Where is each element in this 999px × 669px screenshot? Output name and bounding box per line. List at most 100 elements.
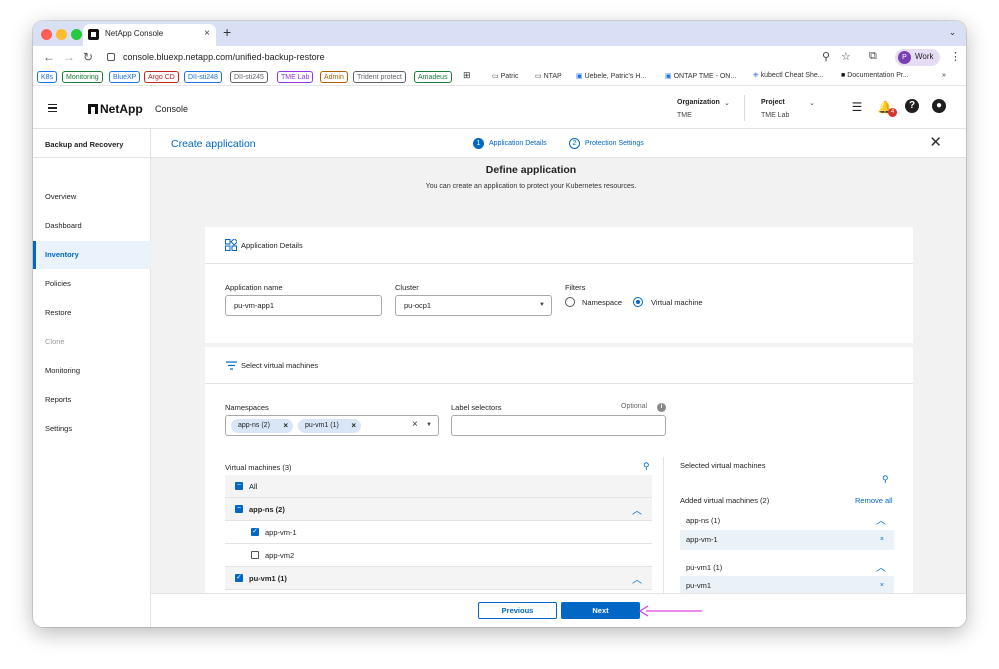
group-checkbox[interactable]: −	[235, 505, 243, 513]
cluster-select[interactable]: pu-ocp1 ▼	[395, 295, 552, 316]
zoom-icon[interactable]: ⚲	[822, 50, 830, 63]
new-tab-button[interactable]: +	[223, 24, 231, 40]
namespaces-multiselect[interactable]: app-ns (2) × pu-vm1 (1) × × ▼	[225, 415, 439, 436]
sidebar-item-monitoring[interactable]: Monitoring	[33, 357, 151, 385]
remove-chip-icon[interactable]: ×	[283, 419, 288, 433]
group-checkbox[interactable]: ✓	[235, 574, 243, 582]
project-chevron-down-icon[interactable]: ⌄	[809, 99, 815, 107]
selected-search-icon[interactable]: ⚲	[882, 474, 889, 485]
sidebar-item-reports[interactable]: Reports	[33, 386, 151, 414]
organization-value[interactable]: TME	[677, 112, 692, 119]
back-arrow-icon[interactable]: ←	[43, 49, 55, 65]
close-window-button[interactable]	[41, 29, 52, 40]
bookmark-documentation[interactable]: ■ Documentation Pr...	[841, 72, 909, 79]
bookmark-folder-patric[interactable]: ▭ Patric	[492, 72, 518, 80]
virtual-machine-radio-label[interactable]: Virtual machine	[651, 298, 703, 307]
bookmarks-overflow-icon[interactable]: »	[942, 72, 946, 79]
application-details-card: Application Details Application name pu-…	[205, 227, 913, 343]
vm-row[interactable]: app-vm2	[225, 544, 652, 567]
bookmark-monitoring[interactable]: Monitoring	[62, 71, 103, 83]
sidebar-item-policies[interactable]: Policies	[33, 270, 151, 298]
bookmark-argo-cd[interactable]: Argo CD	[144, 71, 179, 83]
remove-chip-icon[interactable]: ×	[351, 419, 356, 433]
bookmark-kubectl-cheat[interactable]: ⎈ kubectl Cheat She...	[753, 72, 824, 80]
sidebar-item-settings[interactable]: Settings	[33, 415, 151, 443]
vm-group-row[interactable]: ✓ pu-vm1 (1) ︿	[225, 567, 652, 590]
sidebar-item-inventory[interactable]: Inventory	[33, 241, 151, 269]
tab-search-chevron-icon[interactable]: ⌄	[945, 25, 960, 40]
previous-button[interactable]: Previous	[478, 602, 557, 619]
vm-checkbox[interactable]	[251, 551, 259, 559]
remove-vm-icon[interactable]: ×	[880, 576, 884, 593]
virtual-machine-radio[interactable]	[633, 297, 643, 307]
namespace-chip[interactable]: pu-vm1 (1) ×	[298, 419, 361, 433]
reload-icon[interactable]: ↻	[83, 49, 93, 65]
cluster-select-value: pu-ocp1	[404, 301, 432, 310]
forward-arrow-icon[interactable]: →	[63, 49, 75, 65]
tab-close-icon[interactable]: ×	[204, 28, 210, 39]
bookmark-dii-sti245[interactable]: DII-sti245	[230, 71, 268, 83]
project-value[interactable]: TME Lab	[761, 112, 789, 119]
bookmark-tme-lab[interactable]: TME Lab	[277, 71, 314, 83]
label-selectors-input[interactable]	[451, 415, 666, 436]
organization-chevron-down-icon[interactable]: ⌄	[724, 99, 730, 107]
vm-search-icon[interactable]: ⚲	[643, 461, 650, 472]
profile-button[interactable]: P Work	[895, 49, 940, 66]
browser-menu-icon[interactable]: ⋮	[950, 50, 961, 63]
sidebar-item-restore[interactable]: Restore	[33, 299, 151, 327]
vm-row[interactable]: ✓ app-vm-1	[225, 521, 652, 544]
maximize-window-button[interactable]	[71, 29, 82, 40]
step-1-label[interactable]: Application Details	[489, 140, 547, 147]
user-account-icon[interactable]: ●	[932, 99, 946, 113]
address-bar-url[interactable]: console.bluexp.netapp.com/unified-backup…	[123, 52, 325, 62]
namespace-chip[interactable]: app-ns (2) ×	[231, 419, 293, 433]
bookmark-trident-protect[interactable]: Trident protect	[353, 71, 406, 83]
remove-vm-icon[interactable]: ×	[880, 530, 884, 550]
vm-checkbox[interactable]: ✓	[251, 528, 259, 536]
sidebar-item-dashboard[interactable]: Dashboard	[33, 212, 151, 240]
namespace-radio-label[interactable]: Namespace	[582, 298, 622, 307]
bookmark-bluexp[interactable]: BlueXP	[109, 71, 141, 83]
namespace-radio[interactable]	[565, 297, 575, 307]
minimize-window-button[interactable]	[56, 29, 67, 40]
close-wizard-icon[interactable]: ✕	[929, 135, 942, 151]
step-1-indicator[interactable]: 1	[473, 138, 484, 149]
help-icon[interactable]: ?	[905, 99, 919, 113]
chevron-up-icon[interactable]: ︿	[876, 512, 886, 527]
bookmarks-bar: K8s Monitoring BlueXP Argo CD DII-sti248…	[33, 69, 966, 86]
info-icon[interactable]: i	[657, 403, 666, 412]
workloads-icon[interactable]: ☰	[848, 98, 866, 116]
chevron-up-icon[interactable]: ︿	[632, 571, 642, 586]
extensions-icon[interactable]: ⧉	[869, 50, 877, 63]
cluster-label: Cluster	[395, 283, 419, 292]
bookmark-dii-sti248[interactable]: DII-sti248	[184, 71, 222, 83]
bookmark-admin[interactable]: Admin	[320, 71, 348, 83]
cluster-caret-down-icon: ▼	[539, 302, 545, 308]
bookmark-star-icon[interactable]: ☆	[841, 50, 851, 63]
clear-all-icon[interactable]: ×	[412, 419, 418, 430]
select-all-checkbox[interactable]: −	[235, 482, 243, 490]
application-name-input[interactable]: pu-vm-app1	[225, 295, 382, 316]
hamburger-menu-icon[interactable]	[48, 104, 57, 112]
remove-all-link[interactable]: Remove all	[855, 496, 893, 505]
step-2-indicator[interactable]: 2	[569, 138, 580, 149]
sidebar-item-clone: Clone	[45, 337, 65, 346]
apps-grid-icon[interactable]: ⊞	[463, 70, 471, 81]
namespaces-caret-down-icon[interactable]: ▼	[426, 422, 432, 428]
bookmark-k8s[interactable]: K8s	[37, 71, 58, 83]
browser-tab-active[interactable]: NetApp Console ×	[83, 24, 216, 46]
bookmark-ontap-tme[interactable]: ▣ ONTAP TME - ON...	[665, 72, 736, 80]
step-2-label[interactable]: Protection Settings	[585, 140, 644, 147]
chevron-up-icon[interactable]: ︿	[876, 559, 886, 574]
bookmark-folder-ntap[interactable]: ▭ NTAP	[535, 72, 562, 80]
chevron-up-icon[interactable]: ︿	[632, 502, 642, 517]
vm-row-all[interactable]: − All	[225, 475, 652, 498]
bookmark-uebele[interactable]: ▣ Uebele, Patric's H...	[576, 72, 646, 80]
profile-label: Work	[915, 52, 934, 61]
next-button[interactable]: Next	[561, 602, 640, 619]
site-settings-icon[interactable]	[107, 53, 115, 61]
vm-group-row[interactable]: − app-ns (2) ︿	[225, 498, 652, 521]
sidebar-item-overview[interactable]: Overview	[33, 183, 151, 211]
bookmark-amadeus[interactable]: Amadeus	[414, 71, 452, 83]
header-divider	[744, 95, 745, 121]
